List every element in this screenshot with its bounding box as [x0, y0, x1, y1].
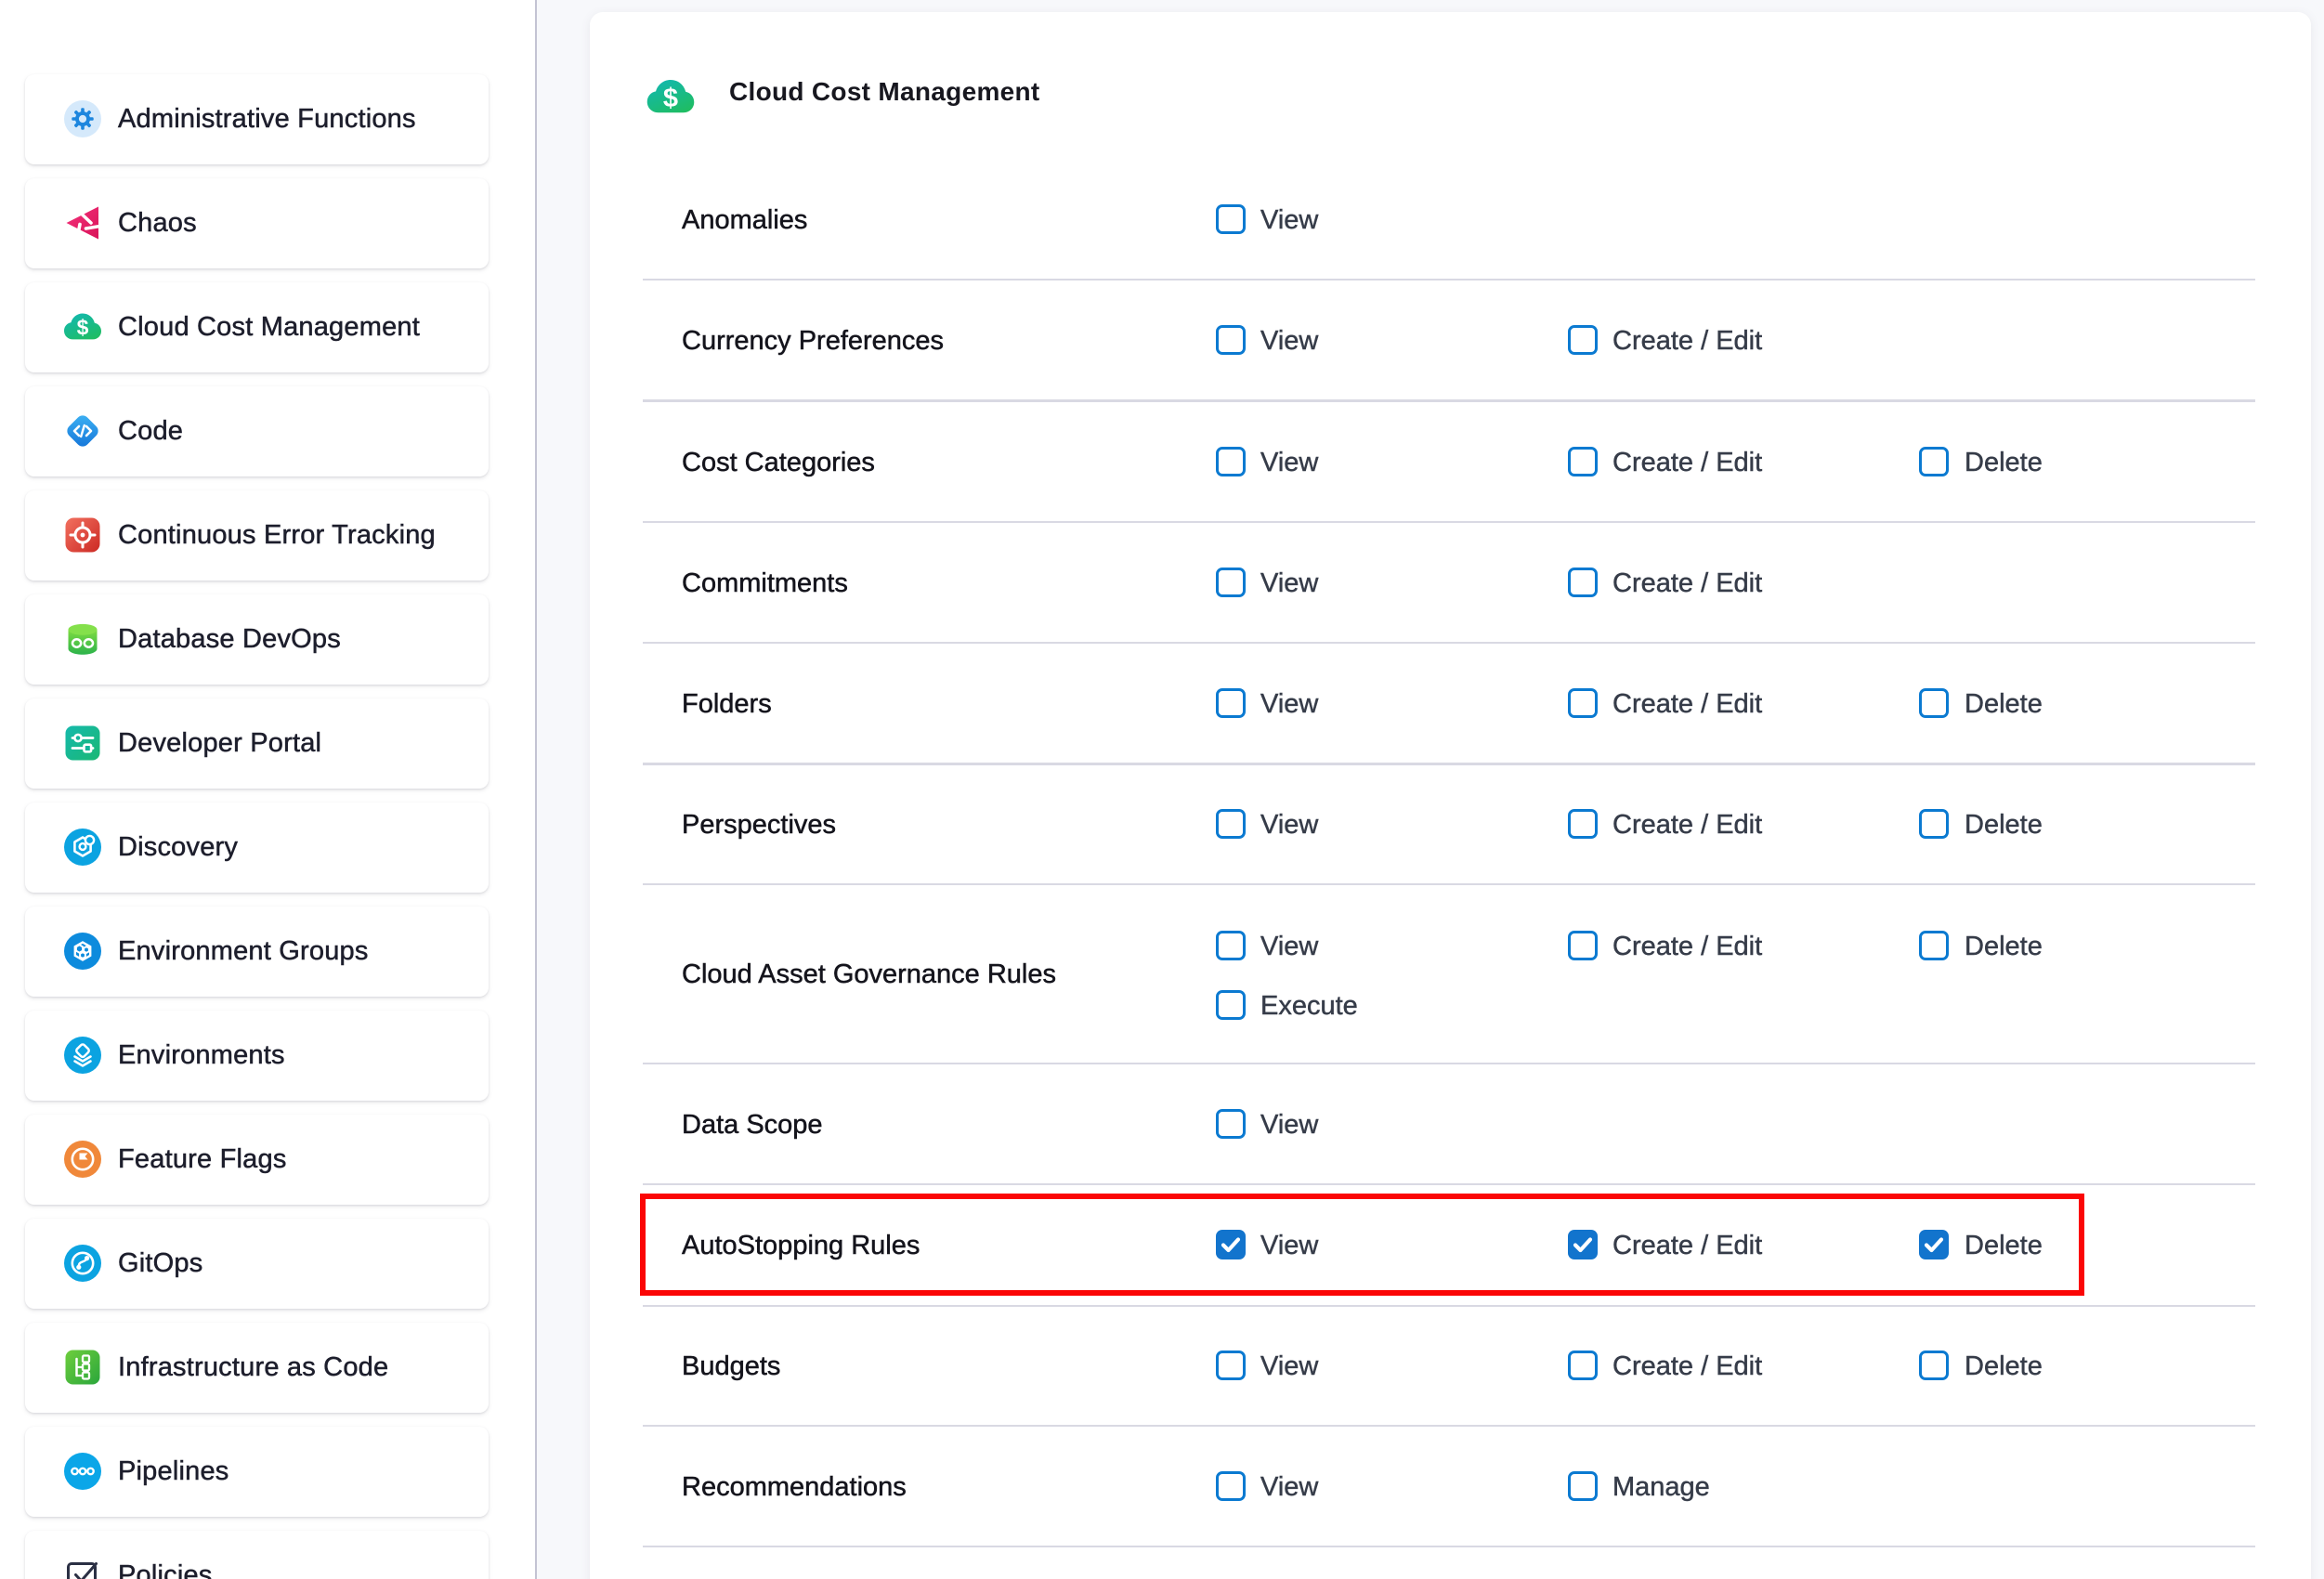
svg-text:$: $: [663, 84, 678, 113]
svg-text:$: $: [77, 316, 89, 340]
